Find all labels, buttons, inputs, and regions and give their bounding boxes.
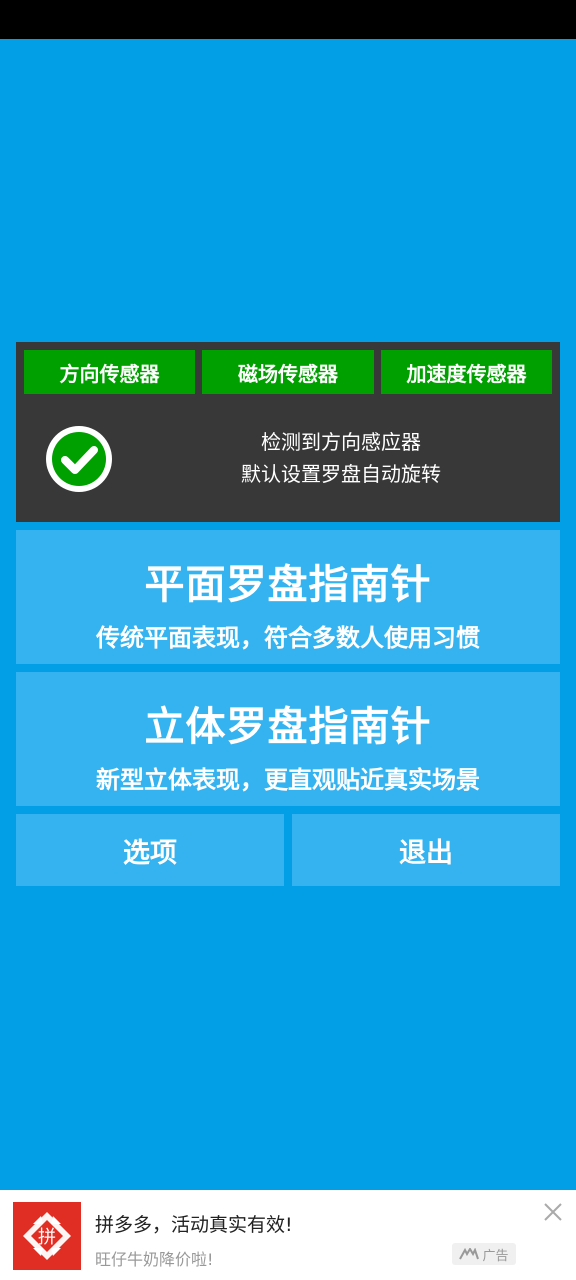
sensor-status-message: 检测到方向感应器 默认设置罗盘自动旋转 — [176, 426, 506, 490]
3d-compass-subtitle: 新型立体表现，更直观贴近真实场景 — [96, 766, 480, 794]
ad-tag: 广告 — [452, 1243, 516, 1265]
orientation-sensor-button[interactable]: 方向传感器 — [24, 350, 195, 394]
ad-banner[interactable]: 拼 拼多多，活动真实有效! 旺仔牛奶降价啦! 广告 — [0, 1190, 576, 1280]
pinduoduo-logo: 拼 — [13, 1202, 81, 1270]
exit-button[interactable]: 退出 — [292, 814, 560, 886]
3d-compass-button[interactable]: 立体罗盘指南针 新型立体表现，更直观贴近真实场景 — [16, 672, 560, 806]
sensor-status-line2: 默认设置罗盘自动旋转 — [241, 462, 441, 486]
ad-title: 拼多多，活动真实有效! — [95, 1214, 293, 1236]
sensor-status-line1: 检测到方向感应器 — [261, 430, 421, 454]
options-button[interactable]: 选项 — [16, 814, 284, 886]
magnetic-sensor-button[interactable]: 磁场传感器 — [202, 350, 374, 394]
ad-tag-label: 广告 — [482, 1248, 509, 1264]
sensor-panel: 方向传感器 磁场传感器 加速度传感器 检测到方向感应器 默认设置罗盘自动旋转 — [16, 342, 560, 522]
check-circle-icon — [46, 426, 112, 492]
status-bar — [0, 0, 576, 39]
svg-text:拼: 拼 — [38, 1227, 56, 1248]
flat-compass-title: 平面罗盘指南针 — [144, 562, 432, 608]
ad-subtitle: 旺仔牛奶降价啦! — [95, 1250, 214, 1269]
close-icon[interactable] — [541, 1200, 565, 1224]
flat-compass-button[interactable]: 平面罗盘指南针 传统平面表现，符合多数人使用习惯 — [16, 530, 560, 664]
ad-network-icon — [459, 1248, 480, 1260]
acceleration-sensor-button[interactable]: 加速度传感器 — [381, 350, 552, 394]
flat-compass-subtitle: 传统平面表现，符合多数人使用习惯 — [96, 624, 480, 652]
3d-compass-title: 立体罗盘指南针 — [144, 704, 432, 750]
